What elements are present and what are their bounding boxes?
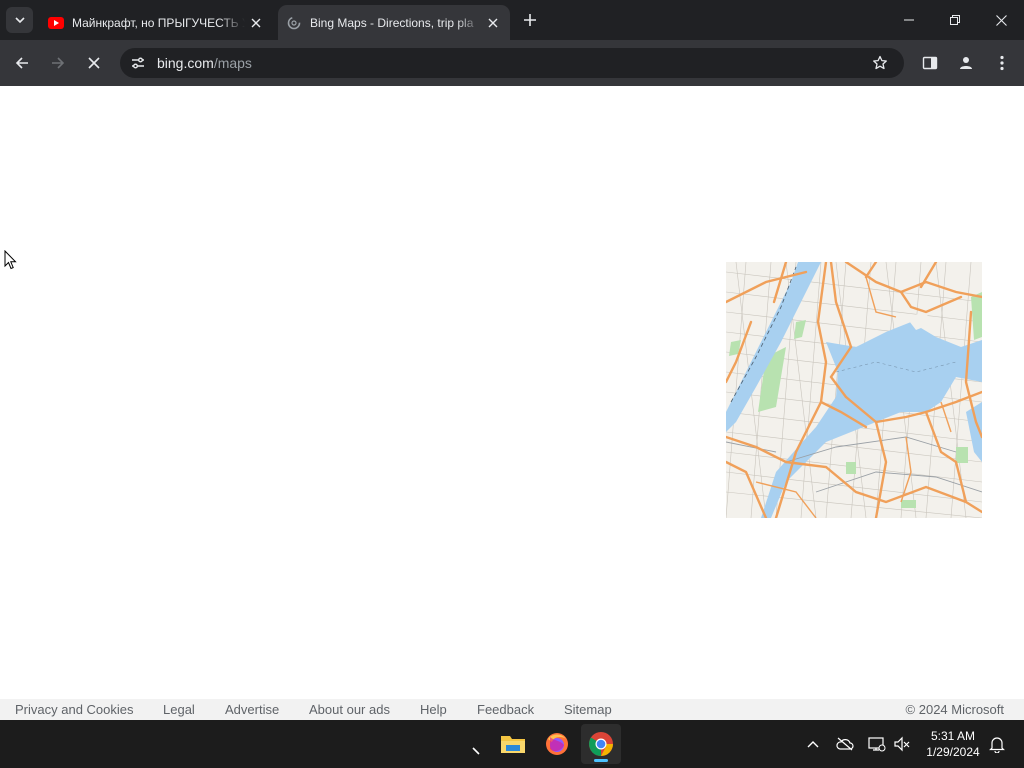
bell-icon [989, 737, 1005, 753]
site-info-icon[interactable] [127, 52, 149, 74]
arrow-left-icon [15, 57, 28, 69]
youtube-icon [48, 15, 64, 31]
forward-button[interactable] [44, 49, 72, 77]
windows-taskbar: 5:31 AM 1/29/2024 [0, 720, 1024, 768]
plus-icon [524, 14, 536, 26]
tab-title: Bing Maps - Directions, trip pla [310, 15, 474, 30]
close-window-button[interactable] [978, 0, 1024, 40]
close-tab-icon[interactable] [482, 12, 504, 34]
close-icon [88, 57, 100, 69]
url-path: /maps [213, 55, 252, 71]
tray-overflow-button[interactable] [801, 732, 825, 756]
chrome-icon [589, 732, 613, 756]
close-tab-icon[interactable] [245, 12, 267, 34]
volume-muted-icon [894, 736, 910, 752]
chevron-up-icon [807, 741, 819, 748]
footer-link-feedback[interactable]: Feedback [477, 702, 534, 717]
small-cursor-icon [472, 747, 480, 755]
clock-time: 5:31 AM [930, 729, 976, 743]
tab-title: Майнкрафт, но ПРЫГУЧЕСТЬ У [72, 15, 245, 30]
profile-button[interactable] [952, 49, 980, 77]
tray-onedrive[interactable] [833, 732, 857, 756]
map-tile-image [726, 262, 982, 518]
tab-youtube[interactable]: Майнкрафт, но ПРЫГУЧЕСТЬ У [40, 5, 273, 40]
page-content: Privacy and Cookies Legal Advertise Abou… [0, 87, 1024, 720]
tray-notifications[interactable] [985, 732, 1009, 756]
firefox-icon [546, 733, 568, 755]
taskbar-chrome[interactable] [581, 724, 621, 764]
cloud-off-icon [836, 737, 854, 751]
active-app-indicator [594, 759, 608, 762]
mouse-cursor-icon [4, 250, 17, 270]
stop-loading-button[interactable] [80, 49, 108, 77]
browser-toolbar: bing.com/maps [0, 40, 1024, 86]
footer-link-about-ads[interactable]: About our ads [309, 702, 390, 717]
restore-button[interactable] [932, 0, 978, 40]
new-tab-button[interactable] [519, 9, 541, 31]
profile-icon [960, 57, 972, 69]
address-bar[interactable]: bing.com/maps [120, 48, 904, 78]
footer-link-sitemap[interactable]: Sitemap [564, 702, 612, 717]
minimize-icon [904, 19, 914, 21]
back-button[interactable] [8, 49, 36, 77]
network-icon [868, 737, 886, 752]
tray-volume[interactable] [890, 732, 914, 756]
address-url: bing.com/maps [157, 55, 252, 71]
page-footer: Privacy and Cookies Legal Advertise Abou… [0, 699, 1024, 720]
tab-search-button[interactable] [6, 7, 33, 33]
footer-link-legal[interactable]: Legal [163, 702, 195, 717]
footer-link-help[interactable]: Help [420, 702, 447, 717]
taskbar-file-explorer[interactable] [493, 724, 533, 764]
close-icon [995, 14, 1007, 26]
taskbar-clock[interactable]: 5:31 AM 1/29/2024 [918, 728, 988, 760]
side-panel-button[interactable] [916, 49, 944, 77]
chevron-down-icon [14, 17, 25, 24]
tab-bing-maps[interactable]: Bing Maps - Directions, trip pla [278, 5, 510, 40]
footer-link-advertise[interactable]: Advertise [225, 702, 279, 717]
url-host: bing.com [157, 55, 214, 71]
bookmark-star-icon[interactable] [870, 53, 890, 73]
footer-copyright: © 2024 Microsoft [905, 702, 1004, 717]
browser-tab-strip: Майнкрафт, но ПРЫГУЧЕСТЬ У Bing Maps - D… [0, 0, 1024, 40]
restore-icon [950, 15, 960, 25]
clock-date: 1/29/2024 [926, 745, 980, 759]
tray-network[interactable] [865, 732, 889, 756]
more-vertical-icon [1000, 55, 1004, 71]
loading-spinner-icon [286, 15, 302, 31]
chrome-menu-button[interactable] [988, 49, 1016, 77]
footer-link-privacy[interactable]: Privacy and Cookies [15, 702, 134, 717]
arrow-right-icon [52, 57, 65, 69]
minimize-button[interactable] [886, 0, 932, 40]
side-panel-icon [922, 56, 938, 70]
taskbar-firefox[interactable] [537, 724, 577, 764]
file-explorer-icon [501, 736, 525, 753]
